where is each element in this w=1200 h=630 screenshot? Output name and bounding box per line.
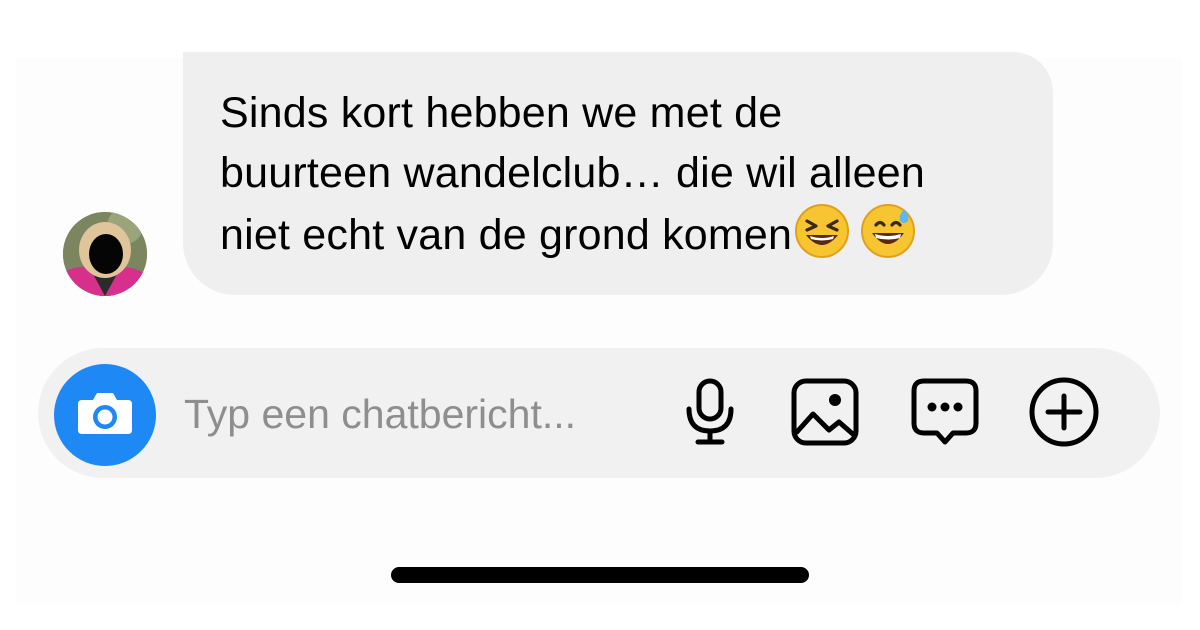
message-composer	[38, 348, 1160, 478]
camera-icon	[76, 388, 134, 443]
chat-bubble-icon	[910, 377, 980, 452]
message-line: buurteen wandelclub… die wil alleen	[220, 149, 925, 197]
chat-message-input[interactable]	[184, 384, 664, 444]
message-text: Sinds kort hebben we met de buurteen wan…	[220, 83, 1023, 275]
camera-button[interactable]	[54, 364, 156, 466]
message-line: niet echt van de grond komen	[220, 203, 1023, 275]
image-button[interactable]	[789, 378, 861, 450]
laughing-face-emoji	[794, 203, 850, 275]
chat-bubble-button[interactable]	[909, 378, 981, 450]
image-icon	[791, 378, 859, 451]
microphone-icon	[680, 377, 740, 452]
message-line-text: niet echt van de grond komen	[220, 211, 793, 259]
received-message-bubble[interactable]: Sinds kort hebben we met de buurteen wan…	[183, 52, 1053, 295]
add-button[interactable]	[1028, 376, 1100, 453]
sweat-smile-face-emoji	[860, 203, 916, 275]
microphone-button[interactable]	[674, 378, 746, 450]
avatar[interactable]	[63, 212, 147, 296]
message-line: Sinds kort hebben we met de	[220, 89, 783, 137]
plus-circle-icon	[1028, 376, 1100, 453]
home-indicator[interactable]	[391, 567, 809, 583]
